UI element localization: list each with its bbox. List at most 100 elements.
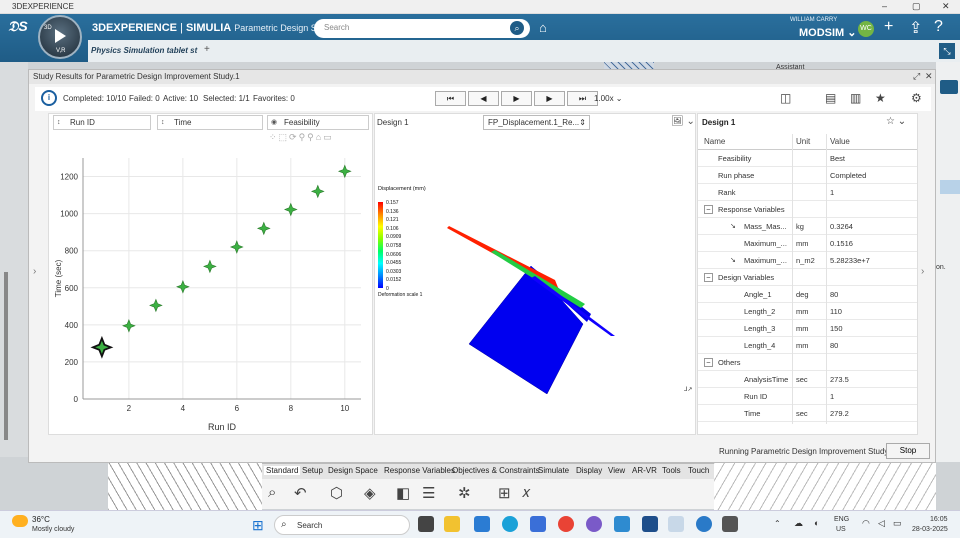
result-dropdown[interactable]: FP_Displacement.1_Re... ⇕ [483,115,590,130]
property-row[interactable]: ↘ Maximum_... n_m2 5.28233e+7 [698,252,917,269]
chrome-icon[interactable] [558,516,574,532]
tenant-selector[interactable]: MODSIM ⌄ [799,26,857,39]
wifi-icon[interactable]: ◠ [862,518,870,529]
app-icon[interactable] [642,516,658,532]
zoom-fit-icon[interactable]: ⌕ [268,484,276,501]
property-row[interactable]: Rank 1 [698,184,917,201]
previous-run-button[interactable]: ◀ [468,91,499,106]
property-row[interactable]: Length_3 mm 150 [698,320,917,337]
mail-icon[interactable] [474,516,490,532]
3dx-app-icon[interactable] [668,516,684,532]
property-group[interactable]: − Others [698,354,917,371]
store-icon[interactable] [530,516,546,532]
compass-icon[interactable]: 3D V,R [38,15,82,59]
app-icon[interactable] [722,516,738,532]
weather-condition[interactable]: Mostly cloudy [32,526,74,533]
search-input[interactable]: Search ⌕ [314,19,530,38]
collapse-icon[interactable]: − [704,205,713,214]
expand-panel-icon[interactable]: ⤡ [939,43,955,59]
region[interactable]: US [836,526,846,533]
property-row[interactable]: Length_2 mm 110 [698,303,917,320]
action-tab-display[interactable]: Display [576,466,602,475]
favorite-star-icon[interactable]: ☆ ⌄ [886,116,906,127]
app-icon[interactable] [586,516,602,532]
right-tool-icon[interactable] [940,80,958,94]
property-row[interactable]: Length_4 mm 80 [698,337,917,354]
columns-icon[interactable]: ▥ [850,91,861,105]
temperature[interactable]: 36°C [32,515,50,524]
start-icon[interactable]: ⊞ [252,517,264,534]
gear-cycle-icon[interactable]: ✲ [458,484,471,502]
scrollbar[interactable] [4,272,8,440]
formula-icon[interactable]: 𝑥 [522,484,530,501]
avatar[interactable]: WC [858,21,874,37]
share-icon[interactable]: ⇪ [909,18,922,38]
tab-physics-simulation[interactable]: Physics Simulation tablet st [88,42,202,60]
weather-icon[interactable] [12,515,28,527]
speed-selector[interactable]: 1.00x ⌄ [594,94,623,103]
parameter-icon[interactable]: ⊞ [498,484,511,502]
property-row[interactable]: AnalysisTime sec 273.5 [698,371,917,388]
add-icon[interactable]: + [884,18,893,36]
undo-icon[interactable]: ↶ [294,484,307,502]
collapse-left-icon[interactable]: › [33,266,36,277]
speaker-icon[interactable]: ◁ [878,518,885,529]
help-icon[interactable]: ? [934,18,943,36]
tray-chevron-icon[interactable]: ⌃ [774,519,781,528]
collapse-icon[interactable]: − [704,358,713,367]
property-row[interactable]: ↘ Mass_Mas... kg 0.3264 [698,218,917,235]
favorite-star-icon[interactable]: ★ [875,91,886,105]
chart-icon[interactable]: ▤ [825,91,836,105]
maximize-dialog-icon[interactable]: ⤢ [913,71,920,82]
action-tab-objectives-constraints[interactable]: Objectives & Constraints [452,466,540,475]
clock-time[interactable]: 16:05 [930,516,948,523]
property-group[interactable]: − Response Variables [698,201,917,218]
action-tab-tools[interactable]: Tools [662,466,681,475]
action-tab-standard[interactable]: Standard [264,466,301,475]
list-icon[interactable]: ☰ [422,484,435,502]
deformed-plate-model[interactable] [435,204,635,394]
user-name[interactable]: WILLIAM CARRY [790,17,837,23]
image-icon[interactable]: 🖼 ⌄ [671,116,695,127]
tag-icon[interactable]: ⌂ [539,20,547,35]
task-view-icon[interactable] [418,516,434,532]
property-row[interactable]: Time sec 279.2 [698,405,917,422]
layout-icon[interactable]: ◫ [780,91,791,105]
minimize-icon[interactable]: – [882,1,887,11]
add-tab-icon[interactable]: + [204,44,210,55]
view-icon[interactable]: ◈ [364,484,376,502]
next-run-button[interactable]: ▶ [534,91,565,106]
action-tab-setup[interactable]: Setup [302,466,323,475]
taskbar-search[interactable]: ⌕ Search [274,515,410,535]
maximize-icon[interactable]: ▢ [912,1,921,12]
battery-icon[interactable]: ▭ [893,518,902,529]
color-cube-icon[interactable]: ◧ [396,484,410,502]
property-group[interactable]: − Design Variables [698,269,917,286]
first-run-button[interactable]: ⏮ [435,91,466,106]
collapse-right-icon[interactable]: › [921,266,924,277]
chart-toolbar-icons[interactable]: ⁘⬚⟳⚲⚲⌂▭ [269,132,334,143]
stop-button[interactable]: Stop [886,443,930,459]
property-row[interactable]: Run phase Completed [698,167,917,184]
action-tab-touch[interactable]: Touch [688,466,709,475]
app-icon[interactable] [696,516,712,532]
close-icon[interactable]: ✕ [942,1,950,12]
header-unit[interactable]: Unit [796,134,810,149]
action-tab-design-space[interactable]: Design Space [328,466,378,475]
collapse-icon[interactable]: − [704,273,713,282]
cloud-icon[interactable]: ☁ [794,518,803,529]
close-dialog-icon[interactable]: ✕ [925,71,933,82]
property-row[interactable]: Angle_1 deg 80 [698,286,917,303]
search-icon[interactable]: ⌕ [510,21,524,35]
file-explorer-icon[interactable] [444,516,460,532]
color-selector[interactable]: ◉ Feasibility [267,115,369,130]
action-tab-view[interactable]: View [608,466,625,475]
y-axis-selector[interactable]: ↕ Time [157,115,263,130]
clock-date[interactable]: 28-03-2025 [912,526,948,533]
property-row[interactable]: Maximum_... mm 0.1516 [698,235,917,252]
header-name[interactable]: Name [704,134,725,149]
part-icon[interactable]: ⬡ [330,484,343,502]
play-button[interactable]: ▶ [501,91,532,106]
action-tab-ar-vr[interactable]: AR-VR [632,466,657,475]
header-value[interactable]: Value [830,134,850,149]
